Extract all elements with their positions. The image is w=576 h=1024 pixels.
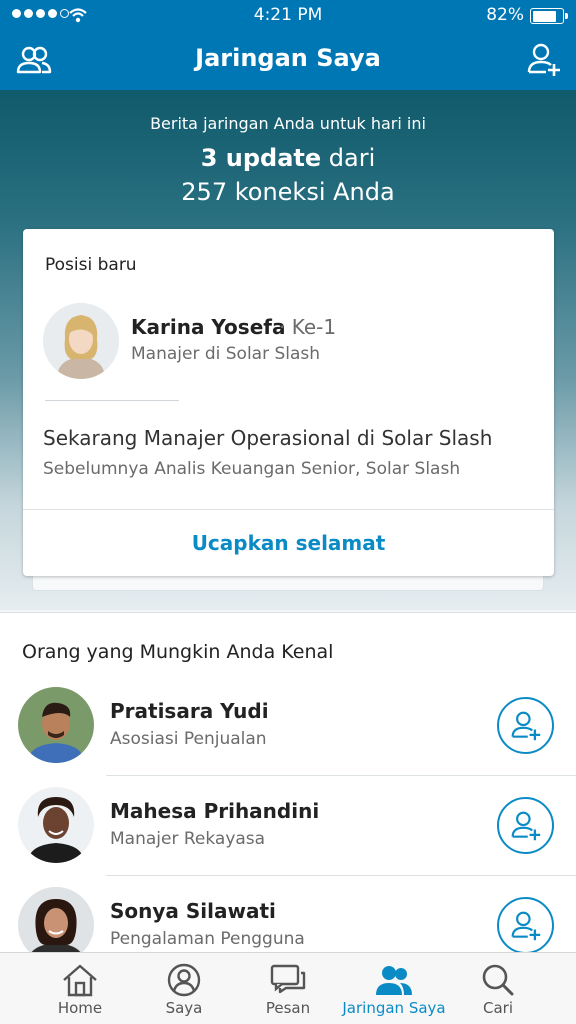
congratulate-button[interactable]: Ucapkan selamat — [23, 531, 554, 555]
card-category-label: Posisi baru — [45, 255, 137, 275]
card-stack-shadow — [32, 575, 544, 591]
connect-button[interactable] — [497, 797, 554, 854]
add-connection-icon — [511, 911, 540, 940]
add-connection-icon — [511, 711, 540, 740]
avatar[interactable] — [43, 303, 119, 379]
digest-intro: Berita jaringan Anda untuk hari ini — [150, 114, 426, 133]
tab-home[interactable]: Home — [25, 953, 135, 1024]
status-bar: 4:21 PM 82% — [0, 0, 576, 32]
add-connection-icon[interactable] — [526, 42, 562, 78]
divider — [23, 509, 554, 510]
person-role: Pengalaman Pengguna — [110, 929, 305, 949]
tab-my-network[interactable]: Jaringan Saya — [339, 953, 449, 1024]
tab-label: Pesan — [265, 999, 311, 1017]
person-name[interactable]: Sonya Silawati — [110, 899, 276, 923]
person-role: Asosiasi Penjualan — [110, 729, 267, 749]
tab-label: Home — [57, 999, 103, 1017]
connect-button[interactable] — [497, 697, 554, 754]
battery-percentage: 82% — [486, 5, 524, 25]
tab-label: Jaringan Saya — [342, 999, 446, 1017]
person-role: Manajer Rekayasa — [110, 829, 266, 849]
add-connection-icon — [511, 811, 540, 840]
divider — [106, 775, 576, 776]
connection-degree: · Ke-1 — [279, 315, 337, 339]
list-item[interactable]: Mahesa Prihandini Manajer Rekayasa — [0, 787, 576, 887]
page-title: Jaringan Saya — [195, 44, 381, 72]
tab-label: Cari — [483, 999, 513, 1017]
avatar[interactable] — [18, 687, 94, 763]
digest-connection-count: 257 koneksi Anda — [181, 178, 395, 206]
home-icon — [63, 964, 97, 997]
tab-profile[interactable]: Saya — [129, 953, 239, 1024]
section-title: Orang yang Mungkin Anda Kenal — [22, 641, 334, 663]
digest-update-count: 3 update dari — [200, 144, 376, 172]
messages-icon — [270, 964, 306, 994]
nav-bar: Jaringan Saya — [0, 32, 576, 90]
search-icon — [482, 964, 514, 996]
person-name[interactable]: Pratisara Yudi — [110, 699, 269, 723]
list-item[interactable]: Pratisara Yudi Asosiasi Penjualan — [0, 687, 576, 787]
tab-messages[interactable]: Pesan — [233, 953, 343, 1024]
member-name[interactable]: Karina Yosefa — [131, 315, 285, 339]
divider — [45, 400, 179, 401]
avatar[interactable] — [18, 787, 94, 863]
connect-button[interactable] — [497, 897, 554, 954]
tab-bar: Home Saya Pesan Jaringan Saya Cari — [0, 952, 576, 1024]
previous-position: Sebelumnya Analis Keuangan Senior, Solar… — [43, 459, 461, 479]
divider — [106, 875, 576, 876]
member-position: Manajer di Solar Slash — [131, 344, 321, 364]
network-icon — [376, 966, 412, 995]
tab-search[interactable]: Cari — [443, 953, 553, 1024]
update-card[interactable]: Posisi baru Karina Yosefa · Ke-1 Manajer… — [23, 229, 554, 576]
people-you-may-know: Orang yang Mungkin Anda Kenal Pratisara … — [0, 612, 576, 963]
profile-icon — [167, 963, 201, 997]
person-name[interactable]: Mahesa Prihandini — [110, 799, 319, 823]
tab-label: Saya — [165, 999, 203, 1017]
battery-icon — [530, 8, 568, 24]
new-position-headline: Sekarang Manajer Operasional di Solar Sl… — [43, 426, 493, 450]
